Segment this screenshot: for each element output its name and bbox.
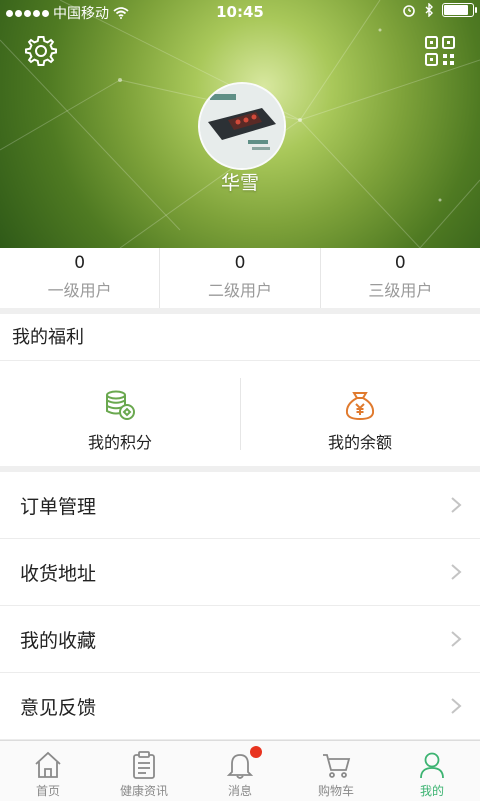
menu-item-feedback[interactable]: 意见反馈 xyxy=(0,673,480,740)
tab-mine[interactable]: 我的 xyxy=(384,741,480,801)
chevron-right-icon xyxy=(451,564,462,580)
menu-item-label: 我的收藏 xyxy=(20,629,97,652)
menu-item-label: 意见反馈 xyxy=(20,696,97,719)
tab-label: 我的 xyxy=(419,784,444,798)
tab-label: 购物车 xyxy=(317,784,354,798)
stat-label: 一级用户 xyxy=(47,281,112,300)
benefit-label: 我的余额 xyxy=(327,433,392,452)
menu-item-orders[interactable]: 订单管理 xyxy=(0,472,480,539)
menu-item-address[interactable]: 收货地址 xyxy=(0,539,480,606)
stat-count: 0 xyxy=(234,253,246,273)
username: 华雪 xyxy=(220,172,259,194)
benefit-balance[interactable]: 我的余额 xyxy=(240,362,480,466)
chevron-right-icon xyxy=(451,631,462,647)
profile-header: 中国移动 10:45 华雪 xyxy=(0,0,480,248)
message-badge xyxy=(250,746,262,758)
tab-messages[interactable]: 消息 xyxy=(192,741,288,801)
stat-label: 三级用户 xyxy=(368,281,433,300)
menu-item-label: 订单管理 xyxy=(20,495,97,518)
avatar[interactable] xyxy=(198,82,286,170)
tab-label: 健康资讯 xyxy=(119,784,168,798)
alarm-icon xyxy=(403,5,415,17)
stat-label: 二级用户 xyxy=(207,281,272,300)
tab-label: 首页 xyxy=(35,784,60,798)
chevron-right-icon xyxy=(451,698,462,714)
cart-icon xyxy=(323,754,351,778)
gear-icon[interactable] xyxy=(24,34,58,68)
menu-item-favorites[interactable]: 我的收藏 xyxy=(0,606,480,673)
benefit-points[interactable]: 我的积分 xyxy=(0,362,240,466)
benefits-title: 我的福利 xyxy=(0,314,480,361)
stat-level-2[interactable]: 0 二级用户 xyxy=(159,248,319,308)
stat-level-1[interactable]: 0 一级用户 xyxy=(0,248,159,308)
user-icon xyxy=(420,752,444,779)
stat-count: 0 xyxy=(394,253,406,273)
avatar-image xyxy=(200,84,284,168)
battery-icon xyxy=(442,3,477,17)
menu-item-label: 收货地址 xyxy=(20,562,97,585)
tab-cart[interactable]: 购物车 xyxy=(288,741,384,801)
tab-bar: 首页 健康资讯 消息 购物车 我的 xyxy=(0,740,480,801)
tab-health-news[interactable]: 健康资讯 xyxy=(96,741,192,801)
status-right xyxy=(402,3,477,17)
tab-home[interactable]: 首页 xyxy=(0,741,96,801)
stat-level-3[interactable]: 0 三级用户 xyxy=(319,248,480,308)
stat-count: 0 xyxy=(74,253,86,273)
clipboard-icon xyxy=(133,751,155,779)
bluetooth-icon xyxy=(425,3,433,17)
home-icon xyxy=(35,751,61,778)
money-bag-icon xyxy=(345,392,375,421)
chevron-right-icon xyxy=(451,497,462,513)
user-level-stats: 0 一级用户 0 二级用户 0 三级用户 xyxy=(0,248,480,308)
status-bar: 中国移动 10:45 xyxy=(0,0,480,24)
benefits-row: 我的积分 我的余额 xyxy=(0,362,480,466)
coins-icon xyxy=(106,390,135,420)
benefit-label: 我的积分 xyxy=(87,433,152,452)
tab-label: 消息 xyxy=(227,784,252,798)
qr-code-icon[interactable] xyxy=(424,35,456,67)
menu-list: 订单管理 收货地址 我的收藏 意见反馈 xyxy=(0,472,480,740)
